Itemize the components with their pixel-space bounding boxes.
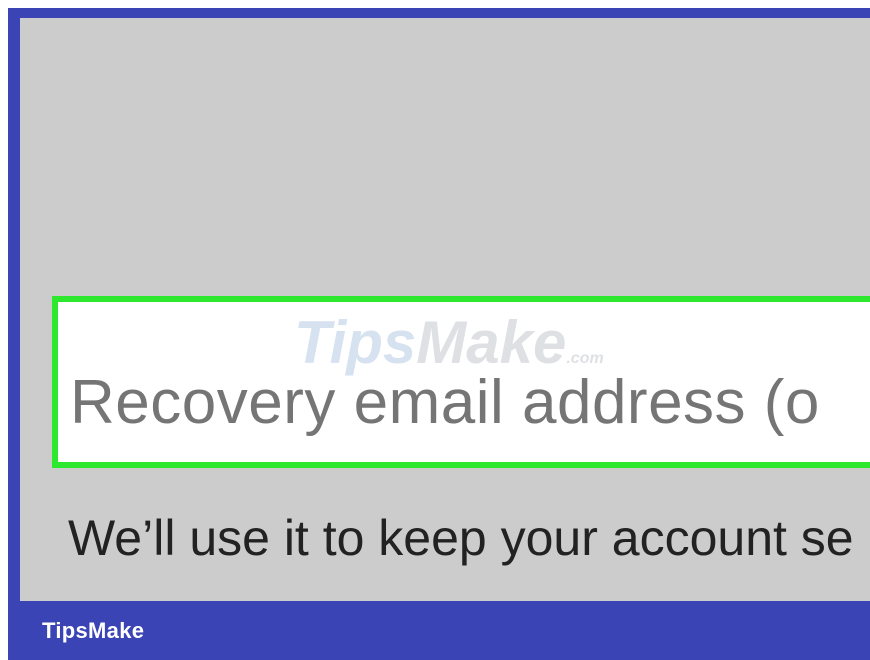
screen-area: TipsMake.com Recovery email address (o W… xyxy=(20,18,870,601)
brand-name: TipsMake xyxy=(42,618,145,643)
watermark-logo: TipsMake.com xyxy=(294,309,604,376)
brand-footer-bar: TipsMake xyxy=(8,601,870,660)
recovery-email-field[interactable]: TipsMake.com Recovery email address (o xyxy=(52,296,870,468)
recovery-email-placeholder: Recovery email address (o xyxy=(70,368,820,437)
recovery-email-helper-text: We’ll use it to keep your account se xyxy=(68,510,854,566)
